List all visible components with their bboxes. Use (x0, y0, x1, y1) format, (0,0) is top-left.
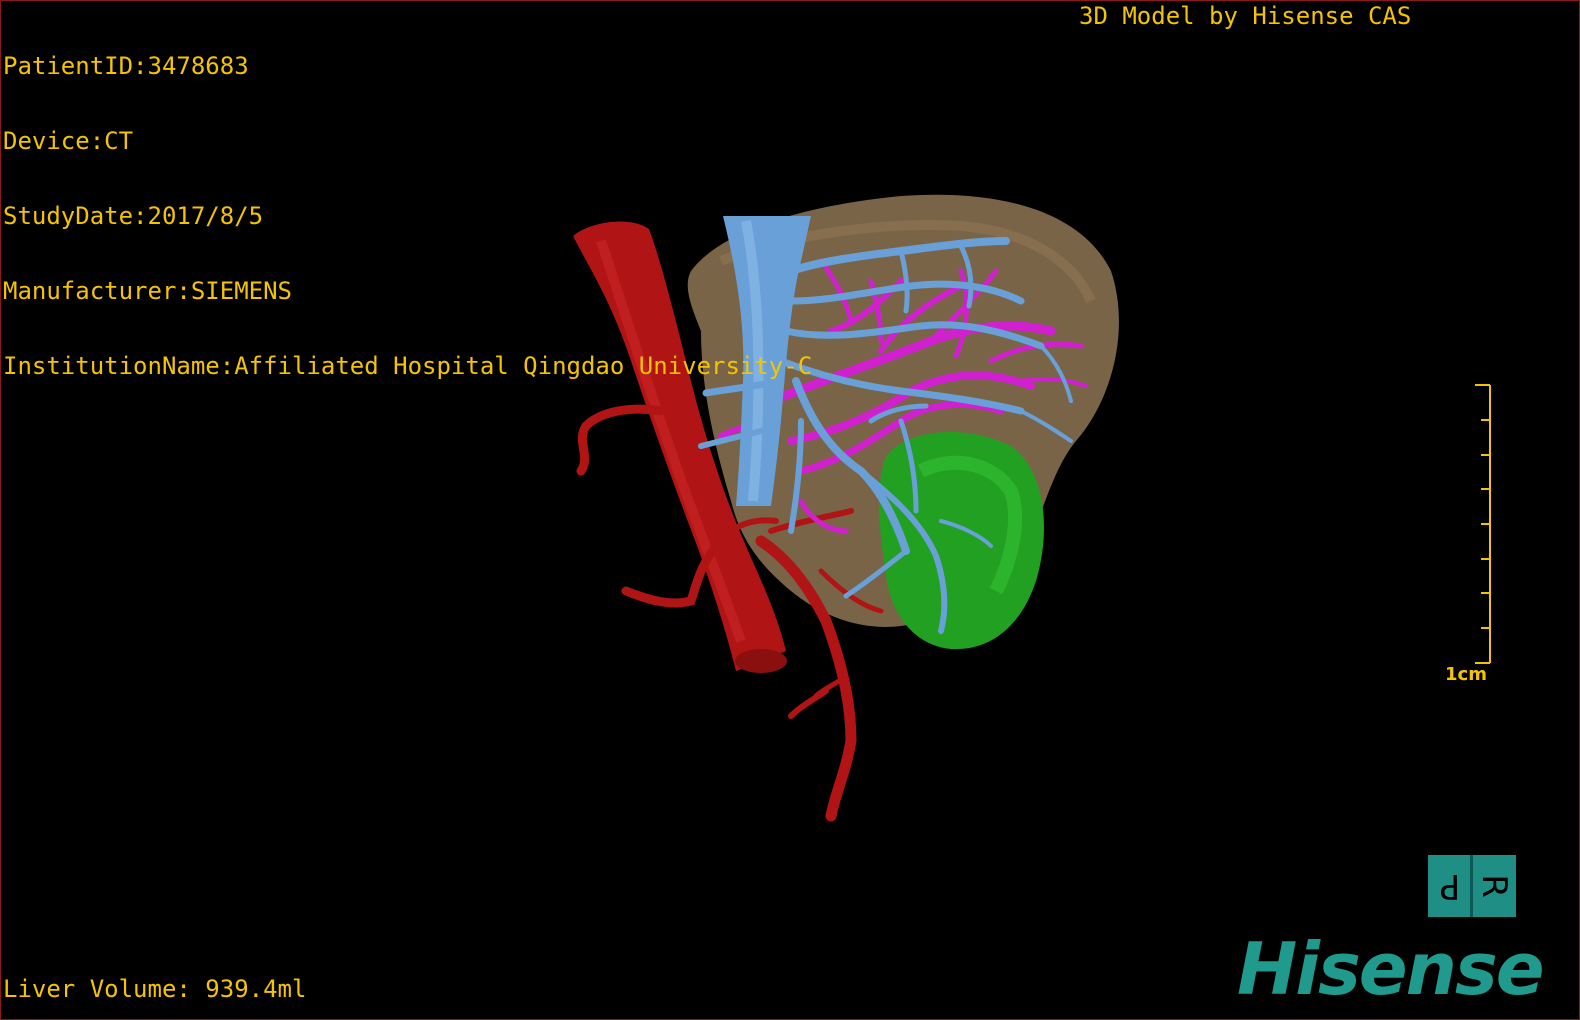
institution-name: InstitutionName:Affiliated Hospital Qing… (3, 352, 813, 380)
patient-info-block: PatientID:3478683 Device:CT StudyDate:20… (3, 4, 812, 429)
scale-bar (1475, 384, 1491, 664)
model-credit: 3D Model by Hisense CAS (1079, 2, 1412, 30)
device: Device:CT (3, 127, 134, 155)
3d-viewport[interactable]: PatientID:3478683 Device:CT StudyDate:20… (0, 0, 1580, 1020)
liver-volume: Liver Volume: 939.4ml (3, 975, 307, 1003)
orientation-label-r: R (1474, 874, 1514, 898)
manufacturer: Manufacturer:SIEMENS (3, 277, 292, 305)
patient-id: PatientID:3478683 (3, 52, 249, 80)
scale-bar-label: 1cm (1445, 664, 1487, 685)
hisense-logo: Hisense (1237, 927, 1545, 1011)
orientation-cube[interactable]: P R (1428, 855, 1516, 917)
study-date: StudyDate:2017/8/5 (3, 202, 264, 230)
